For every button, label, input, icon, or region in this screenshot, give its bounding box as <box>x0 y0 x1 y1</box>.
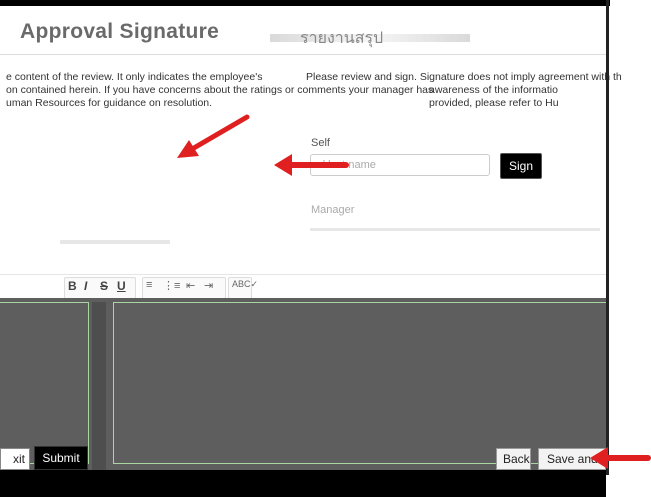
comment-pane-right[interactable] <box>113 302 607 464</box>
disclaimer-left-line-3: uman Resources for guidance on resolutio… <box>6 97 213 109</box>
blurred-strip <box>60 240 170 244</box>
annotation-arrow-icon <box>590 447 651 469</box>
italic-button[interactable]: I <box>84 279 87 293</box>
page-title: Approval Signature <box>20 20 220 43</box>
list-group <box>142 277 226 299</box>
manager-signature-label: Manager <box>311 204 355 216</box>
strikethrough-button[interactable]: S <box>100 279 108 293</box>
back-button[interactable]: Back <box>496 448 531 470</box>
indent-icon[interactable]: ⇥ <box>204 279 213 292</box>
disclaimer-right-line-1: Please review and sign. Signature does n… <box>306 71 622 83</box>
annotation-arrow-icon <box>274 154 349 176</box>
bullet-list-icon[interactable]: ⋮≡ <box>163 279 180 292</box>
bold-button[interactable]: B <box>68 279 77 293</box>
underline-button[interactable]: U <box>117 279 126 293</box>
self-signature-label: Self <box>311 137 330 149</box>
disclaimer-right-line-2: awareness of the informatio <box>429 84 558 96</box>
submit-button[interactable]: Submit <box>34 446 88 470</box>
spellcheck-icon[interactable]: ABC✓ <box>232 279 258 290</box>
disclaimer-right-line-3: provided, please refer to Hu <box>429 97 559 109</box>
comment-pane-left[interactable] <box>0 302 89 464</box>
pane-splitter[interactable] <box>92 302 106 470</box>
window-header: Approval Signature รายงานสรุป <box>0 6 606 55</box>
outdent-icon[interactable]: ⇤ <box>186 279 195 292</box>
disclaimer-left-line-1: e content of the review. It only indicat… <box>6 71 263 83</box>
header-subtitle: รายงานสรุป <box>300 30 384 47</box>
editor-toolbar: B I S U ≡ ⋮≡ ⇤ ⇥ ABC✓ <box>0 274 606 301</box>
window-right-border <box>606 0 609 475</box>
disclaimer-left-line-2: on contained herein. If you have concern… <box>6 84 434 96</box>
sign-button[interactable]: Sign <box>500 153 542 179</box>
annotation-arrow-icon <box>177 114 250 158</box>
ordered-list-icon[interactable]: ≡ <box>146 279 152 291</box>
footer-bar <box>0 470 606 497</box>
exit-button[interactable]: xit <box>0 448 30 470</box>
blurred-strip <box>310 228 600 231</box>
approval-window: Approval Signature รายงานสรุป e content … <box>0 0 622 497</box>
